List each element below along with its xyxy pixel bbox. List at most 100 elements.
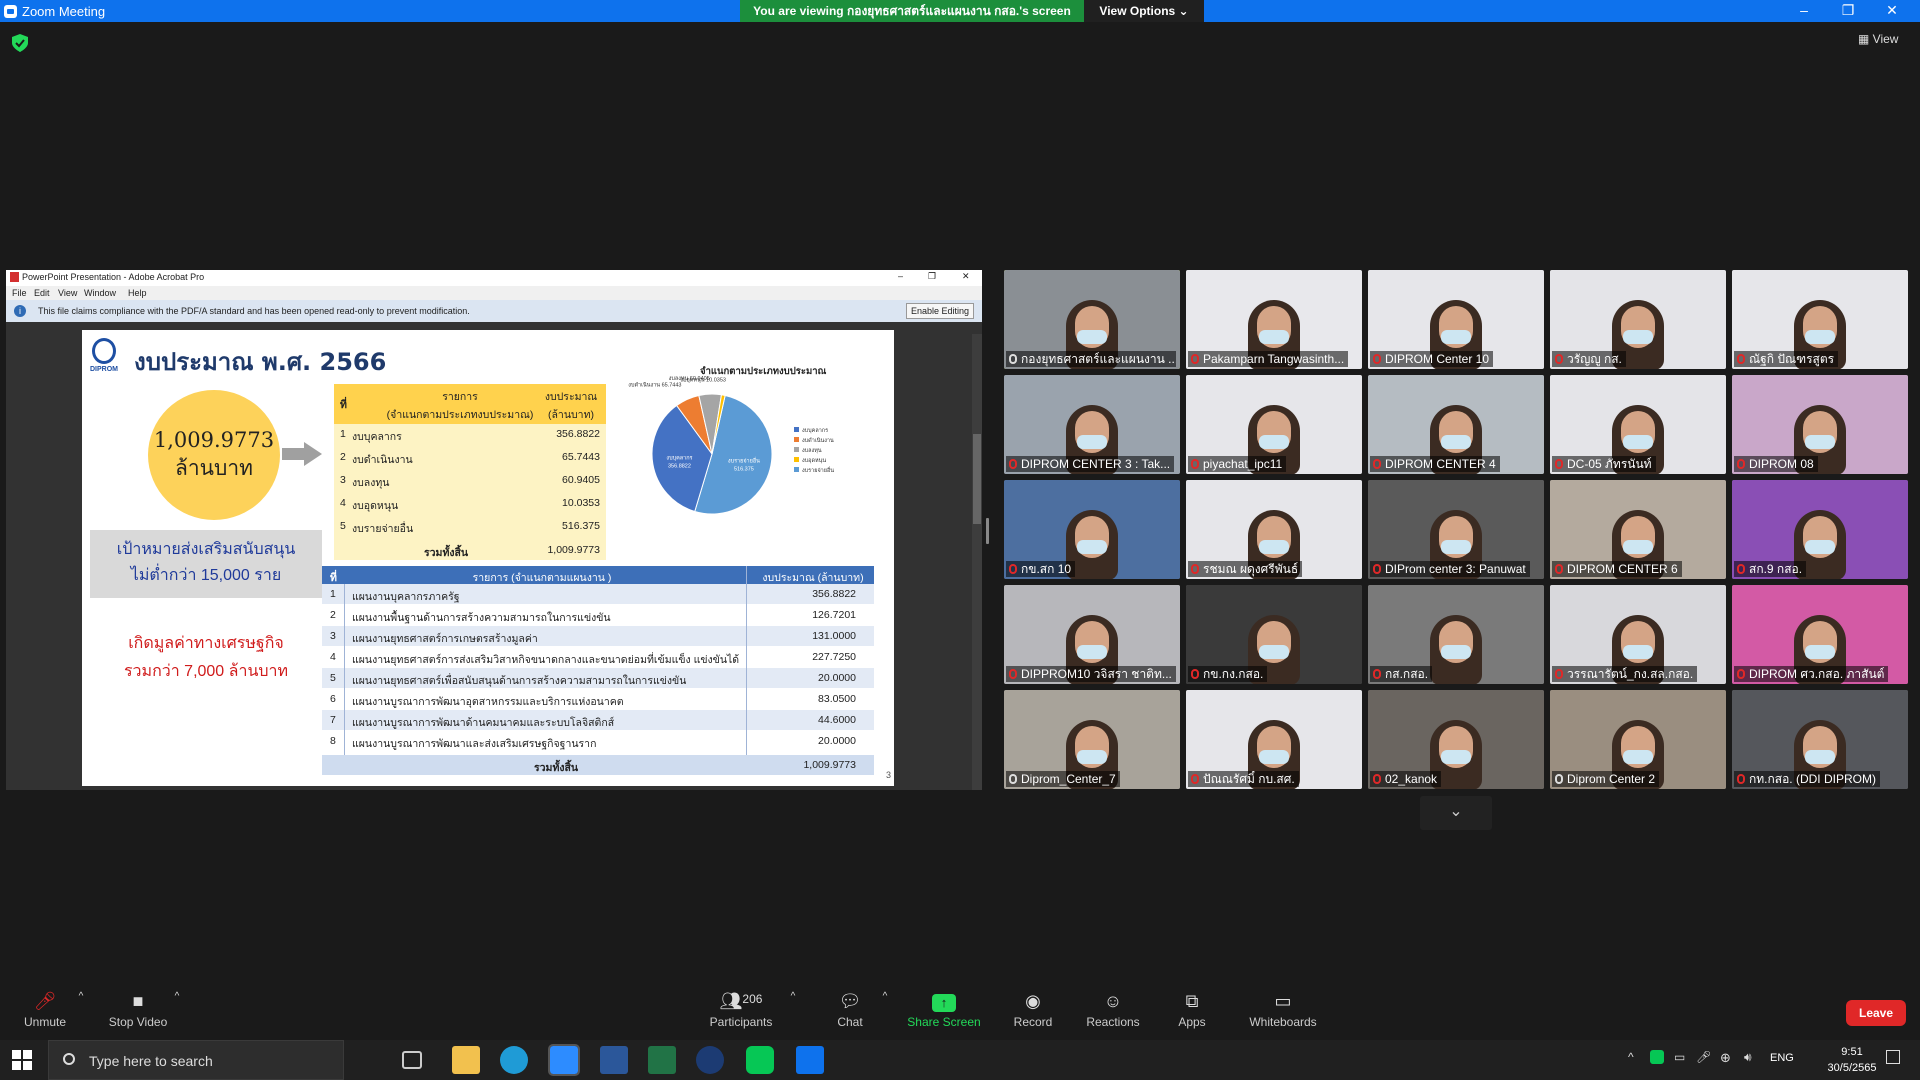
apps-button[interactable]: ⧉ Apps: [1172, 976, 1212, 1038]
t2-row-item: แผนงานยุทธศาสตร์เพื่อสนับสนุนด้านการสร้า…: [352, 675, 687, 687]
restore-button[interactable]: ❐: [1826, 0, 1870, 22]
t2-row-item: แผนงานพื้นฐานด้านการสร้างความสามารถในการ…: [352, 612, 611, 624]
participant-tile[interactable]: กข.กง.กสอ.: [1186, 585, 1362, 684]
webex-icon[interactable]: [696, 1046, 724, 1074]
unmute-button[interactable]: 🎤︎ Unmute: [18, 976, 72, 1038]
participant-tile[interactable]: DIPROM CENTER 6: [1550, 480, 1726, 579]
speaker-icon[interactable]: 🔊︎: [1744, 1050, 1752, 1065]
participant-tile[interactable]: Diprom_Center_7: [1004, 690, 1180, 789]
file-explorer-icon[interactable]: [452, 1046, 480, 1074]
grid-icon: ▦: [1858, 32, 1873, 46]
zoom-app-icon[interactable]: [548, 1044, 580, 1076]
chat-button[interactable]: 💬︎ Chat: [830, 976, 870, 1038]
participant-tile[interactable]: ณัฐกิ ปัณฑรสูตร: [1732, 270, 1908, 369]
t2-row-no: 7: [330, 714, 336, 726]
share-screen-button[interactable]: ↑ Share Screen: [904, 976, 984, 1038]
participant-tile[interactable]: กท.กสอ. (DDI DIPROM): [1732, 690, 1908, 789]
acrobat-restore-icon[interactable]: ❐: [928, 271, 936, 282]
participant-tile[interactable]: ปัณณรัศมิ์ กบ.สศ.: [1186, 690, 1362, 789]
t2-row-no: 8: [330, 735, 336, 747]
acrobat-scrollbar[interactable]: [972, 334, 982, 790]
mic-muted-icon: [1737, 774, 1745, 784]
participant-tile[interactable]: DC-05 ภัทรนันท์: [1550, 375, 1726, 474]
participant-tile[interactable]: DIPROM Center 10: [1368, 270, 1544, 369]
participant-tile[interactable]: กองยุทธศาสตร์และแผนงาน ...: [1004, 270, 1180, 369]
audio-options-caret[interactable]: ^: [72, 976, 90, 1038]
menu-file[interactable]: File: [12, 288, 27, 298]
participant-mask: [1623, 330, 1653, 344]
edge-browser-icon[interactable]: [500, 1046, 528, 1074]
participant-tile[interactable]: วรัญญู กส.: [1550, 270, 1726, 369]
participant-mask: [1623, 540, 1653, 554]
network-globe-icon[interactable]: ⊕: [1720, 1050, 1731, 1066]
view-options-button[interactable]: View Options ⌄: [1084, 0, 1204, 22]
line-app-icon[interactable]: [746, 1046, 774, 1074]
participant-name-tag: Diprom Center 2: [1552, 771, 1660, 787]
chat-caret[interactable]: ^: [876, 976, 894, 1038]
reactions-button[interactable]: ☺ Reactions: [1084, 976, 1142, 1038]
taskbar-clock[interactable]: 9:51 30/5/2565: [1822, 1044, 1882, 1076]
participant-tile[interactable]: DIPROM ศว.กสอ. ภาสันต์: [1732, 585, 1908, 684]
participant-name-tag: DIPROM 08: [1734, 456, 1818, 472]
acrobat-taskbar-icon[interactable]: [796, 1046, 824, 1074]
menu-help[interactable]: Help: [128, 288, 147, 298]
participant-tile[interactable]: สก.9 กสอ.: [1732, 480, 1908, 579]
shield-icon[interactable]: [12, 34, 28, 52]
record-button[interactable]: ◉ Record: [1010, 976, 1056, 1038]
acrobat-min-icon[interactable]: –: [898, 271, 903, 281]
windows-start-icon[interactable]: [12, 1050, 32, 1070]
t2-row-amount: 126.7201: [812, 609, 856, 621]
stop-video-button[interactable]: ■ Stop Video: [104, 976, 172, 1038]
goal-line-2: ไม่ต่ำกว่า 15,000 ราย: [130, 567, 282, 584]
participant-tile[interactable]: กข.สก 10: [1004, 480, 1180, 579]
participant-tile[interactable]: piyachat_ipc11: [1186, 375, 1362, 474]
participant-tile[interactable]: Pakamparn Tangwasinth...: [1186, 270, 1362, 369]
video-options-caret[interactable]: ^: [168, 976, 186, 1038]
participants-button[interactable]: 👥︎206 Participants: [706, 976, 776, 1038]
participant-tile[interactable]: DIPROM 08: [1732, 375, 1908, 474]
participant-tile[interactable]: DIPROM CENTER 4: [1368, 375, 1544, 474]
menu-edit[interactable]: Edit: [34, 288, 50, 298]
gallery-expand-button[interactable]: ⌄: [1420, 796, 1492, 830]
close-button[interactable]: ✕: [1870, 0, 1914, 22]
menu-view[interactable]: View: [58, 288, 77, 298]
word-icon[interactable]: [600, 1046, 628, 1074]
participant-tile[interactable]: Diprom Center 2: [1550, 690, 1726, 789]
notification-icon[interactable]: [1886, 1050, 1900, 1064]
taskbar-search-box[interactable]: Type here to search: [48, 1040, 344, 1080]
whiteboards-button[interactable]: ▭ Whiteboards: [1246, 976, 1320, 1038]
split-handle[interactable]: [986, 518, 989, 544]
participant-tile[interactable]: วรรณารัตน์_กง.สล.กสอ.: [1550, 585, 1726, 684]
participant-tile[interactable]: รชมณ ผดุงศรีพันธ์: [1186, 480, 1362, 579]
participants-caret[interactable]: ^: [784, 976, 802, 1038]
legend-swatch: [794, 427, 799, 432]
participant-tile[interactable]: DIPROM CENTER 3 : Tak...: [1004, 375, 1180, 474]
participant-name: กข.สก 10: [1021, 562, 1072, 576]
line-tray-icon[interactable]: [1650, 1050, 1664, 1064]
view-button[interactable]: ▦ View: [1858, 32, 1898, 46]
participant-tile[interactable]: 02_kanok: [1368, 690, 1544, 789]
participant-tile[interactable]: DIPPROM10 วจิสรา ชาติท...: [1004, 585, 1180, 684]
t1-row-item: งบอุดหนุน: [352, 500, 399, 512]
task-view-icon[interactable]: [402, 1051, 422, 1069]
menu-window[interactable]: Window: [84, 288, 116, 298]
participant-mask: [1805, 645, 1835, 659]
participant-tile[interactable]: DIProm center 3: Panuwat: [1368, 480, 1544, 579]
input-language[interactable]: ENG: [1770, 1052, 1794, 1064]
tray-chevron-up-icon[interactable]: ^: [1628, 1050, 1634, 1064]
pie-slice-label: งบรายจ่ายอื่น: [728, 456, 760, 464]
acrobat-close-icon[interactable]: ✕: [962, 271, 970, 282]
caret-up-icon: ^: [174, 991, 180, 1002]
participant-name: DIPROM CENTER 3 : Tak...: [1021, 457, 1171, 471]
t2-row-item: แผนงานยุทธศาสตร์การส่งเสริมวิสาหกิจขนาดก…: [352, 654, 740, 666]
excel-icon[interactable]: [648, 1046, 676, 1074]
participant-name: กองยุทธศาสตร์และแผนงาน ...: [1021, 352, 1176, 366]
leave-button[interactable]: Leave: [1846, 1000, 1906, 1026]
enable-editing-button[interactable]: Enable Editing: [906, 303, 974, 319]
minimize-button[interactable]: –: [1782, 0, 1826, 22]
participant-tile[interactable]: กส.กสอ.: [1368, 585, 1544, 684]
view-label: View: [1872, 32, 1899, 46]
display-tray-icon[interactable]: ▭: [1674, 1050, 1685, 1064]
value-line-1: เกิดมูลค่าทางเศรษฐกิจ: [128, 635, 284, 652]
microphone-tray-icon[interactable]: 🎤︎: [1696, 1050, 1711, 1064]
